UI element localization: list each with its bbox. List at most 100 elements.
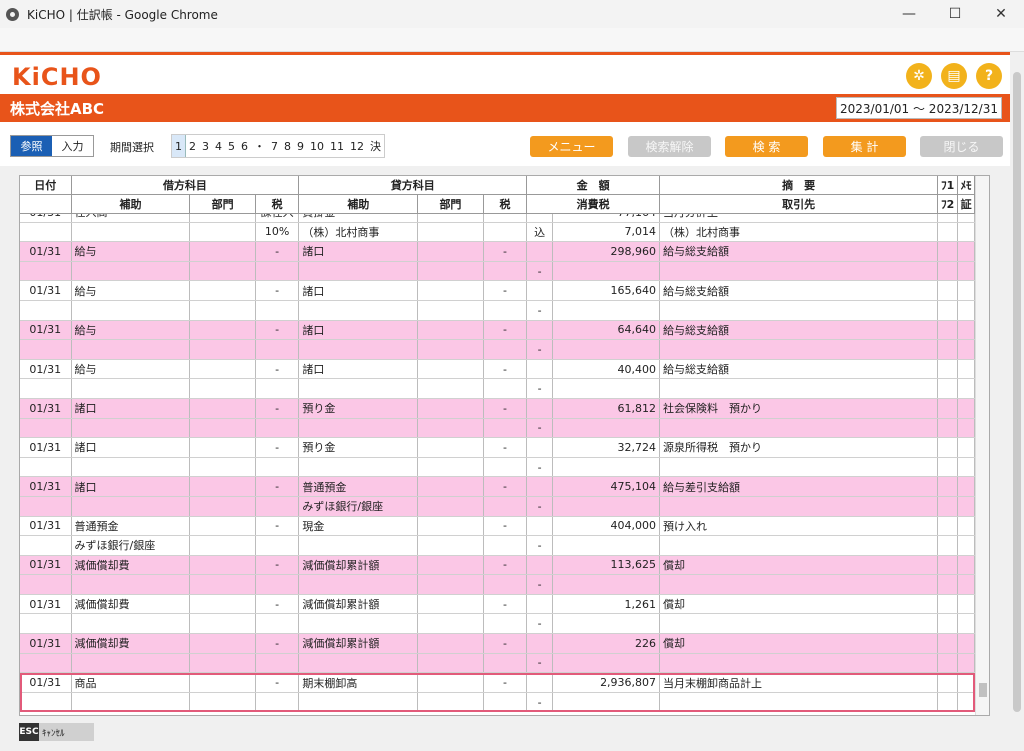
- cell-credit-taxrate[interactable]: [484, 340, 528, 359]
- cell-memo-flag[interactable]: [958, 594, 975, 614]
- cell-tax-type[interactable]: [527, 555, 554, 575]
- cell-credit-taxrate[interactable]: [484, 653, 528, 673]
- cell-debit-dept-sub[interactable]: [190, 575, 256, 594]
- header-tax-amount[interactable]: 消費税: [527, 195, 660, 213]
- cell-credit-dept[interactable]: [418, 242, 484, 261]
- cell-date[interactable]: 01/31: [20, 594, 72, 614]
- cell-tax-amount[interactable]: [553, 340, 661, 359]
- journal-entry[interactable]: 01/31 減価償却費 - 減価償却累計額 -113,625 償却 -: [20, 555, 975, 595]
- journal-entry[interactable]: 01/31 減価償却費 - 減価償却累計額 -226 償却 -: [20, 634, 975, 674]
- close-window-button[interactable]: ✕: [978, 0, 1024, 28]
- cell-f2[interactable]: [938, 653, 959, 673]
- header-f2[interactable]: ﾌ2: [938, 195, 959, 213]
- cell-amount[interactable]: 475,104: [553, 477, 661, 496]
- header-memo[interactable]: 摘 要: [660, 176, 939, 194]
- journal-entry[interactable]: 01/31 減価償却費 - 減価償却累計額 -1,261 償却 -: [20, 594, 975, 635]
- cell-credit-account[interactable]: 諸口: [299, 281, 419, 300]
- cell-memo[interactable]: 源泉所得税 預かり: [660, 438, 939, 457]
- cell-memo[interactable]: 預け入れ: [660, 516, 939, 536]
- header-credit-tax[interactable]: 税: [484, 195, 528, 213]
- cell-memo-flag[interactable]: [958, 438, 975, 457]
- cell-debit-dept[interactable]: [190, 281, 256, 300]
- cell-voucher[interactable]: [958, 300, 975, 320]
- cell-debit-sub[interactable]: [72, 692, 191, 712]
- cell-credit-tax[interactable]: -: [484, 398, 528, 418]
- cell-debit-dept[interactable]: [190, 242, 256, 261]
- cell-memo[interactable]: 給与総支給額: [660, 242, 939, 261]
- cell-credit-tax[interactable]: -: [484, 594, 528, 614]
- cell-tax-type[interactable]: [527, 359, 554, 379]
- cell-f2[interactable]: [938, 340, 959, 359]
- cell-debit-tax[interactable]: -: [256, 320, 300, 340]
- cell-debit-dept[interactable]: [190, 359, 256, 379]
- cell-tax-type[interactable]: [527, 320, 554, 340]
- search-button[interactable]: 検 索: [725, 136, 808, 157]
- cell-credit-account[interactable]: 普通預金: [299, 477, 419, 496]
- cell-credit-tax[interactable]: -: [484, 673, 528, 692]
- cell-tax-amount[interactable]: [553, 379, 661, 398]
- cell-credit-dept[interactable]: [418, 673, 484, 692]
- cell-credit-tax[interactable]: -: [484, 281, 528, 300]
- cell-voucher[interactable]: [958, 692, 975, 712]
- cell-credit-dept[interactable]: [418, 281, 484, 300]
- cell-debit-taxrate[interactable]: [256, 457, 300, 477]
- cell-tax-type[interactable]: [527, 477, 554, 496]
- cell-tax-type[interactable]: [527, 673, 554, 692]
- cell-credit-sub[interactable]: [299, 418, 419, 438]
- cell-debit-dept-sub[interactable]: [190, 300, 256, 320]
- cell-memo-flag[interactable]: [958, 398, 975, 418]
- cell-credit-taxrate[interactable]: [484, 222, 528, 242]
- cell-tax-amount[interactable]: [553, 692, 661, 712]
- cell-partner[interactable]: [660, 653, 939, 673]
- cell-tax-prefix[interactable]: -: [527, 418, 554, 438]
- cell-tax-prefix[interactable]: -: [527, 614, 554, 634]
- cell-tax-prefix[interactable]: -: [527, 692, 554, 712]
- cell-credit-sub[interactable]: [299, 300, 419, 320]
- cell-date[interactable]: 01/31: [20, 477, 72, 496]
- month-10[interactable]: 9: [294, 135, 307, 157]
- header-amount[interactable]: 金 額: [527, 176, 660, 194]
- cell-date[interactable]: 01/31: [20, 281, 72, 300]
- cell-voucher[interactable]: [958, 457, 975, 477]
- cell-f1[interactable]: [938, 242, 959, 261]
- cell-voucher[interactable]: [958, 222, 975, 242]
- cell-debit-tax[interactable]: -: [256, 281, 300, 300]
- cell-debit-account[interactable]: 減価償却費: [72, 634, 191, 653]
- month-12[interactable]: 11: [327, 135, 347, 157]
- cell-tax-prefix[interactable]: -: [527, 340, 554, 359]
- cell-debit-dept[interactable]: [190, 477, 256, 496]
- cell-f2[interactable]: [938, 496, 959, 516]
- cell-memo-flag[interactable]: [958, 516, 975, 536]
- header-credit-dept[interactable]: 部門: [418, 195, 484, 213]
- cell-debit-dept-sub[interactable]: [190, 536, 256, 555]
- mode-input-button[interactable]: 入力: [52, 136, 93, 156]
- header-credit[interactable]: 貸方科目: [299, 176, 528, 194]
- cell-debit-taxrate[interactable]: [256, 379, 300, 398]
- cell-voucher[interactable]: [958, 614, 975, 634]
- cell-date-sub[interactable]: [20, 300, 72, 320]
- cell-tax-prefix[interactable]: -: [527, 653, 554, 673]
- cell-date-sub[interactable]: [20, 653, 72, 673]
- cell-credit-dept[interactable]: [418, 594, 484, 614]
- month-13[interactable]: 12: [347, 135, 367, 157]
- cell-credit-tax[interactable]: -: [484, 516, 528, 536]
- cell-debit-account[interactable]: 諸口: [72, 477, 191, 496]
- cell-debit-tax[interactable]: -: [256, 477, 300, 496]
- cell-credit-dept[interactable]: [418, 438, 484, 457]
- cell-debit-dept-sub[interactable]: [190, 614, 256, 634]
- cell-amount[interactable]: 61,812: [553, 398, 661, 418]
- cell-amount[interactable]: 298,960: [553, 242, 661, 261]
- cell-debit-dept-sub[interactable]: [190, 692, 256, 712]
- cell-partner[interactable]: [660, 340, 939, 359]
- header-partner[interactable]: 取引先: [660, 195, 939, 213]
- cell-debit-account[interactable]: 諸口: [72, 438, 191, 457]
- cell-partner[interactable]: [660, 261, 939, 281]
- cell-credit-tax[interactable]: -: [484, 477, 528, 496]
- cell-debit-dept-sub[interactable]: [190, 418, 256, 438]
- cell-debit-dept-sub[interactable]: [190, 653, 256, 673]
- mode-view-button[interactable]: 参照: [11, 136, 52, 156]
- journal-entry[interactable]: 01/31 商品 - 期末棚卸高 -2,936,807 当月末棚卸商品計上 -: [20, 673, 975, 713]
- header-debit-tax[interactable]: 税: [256, 195, 300, 213]
- cell-date-sub[interactable]: [20, 222, 72, 242]
- cell-voucher[interactable]: [958, 340, 975, 359]
